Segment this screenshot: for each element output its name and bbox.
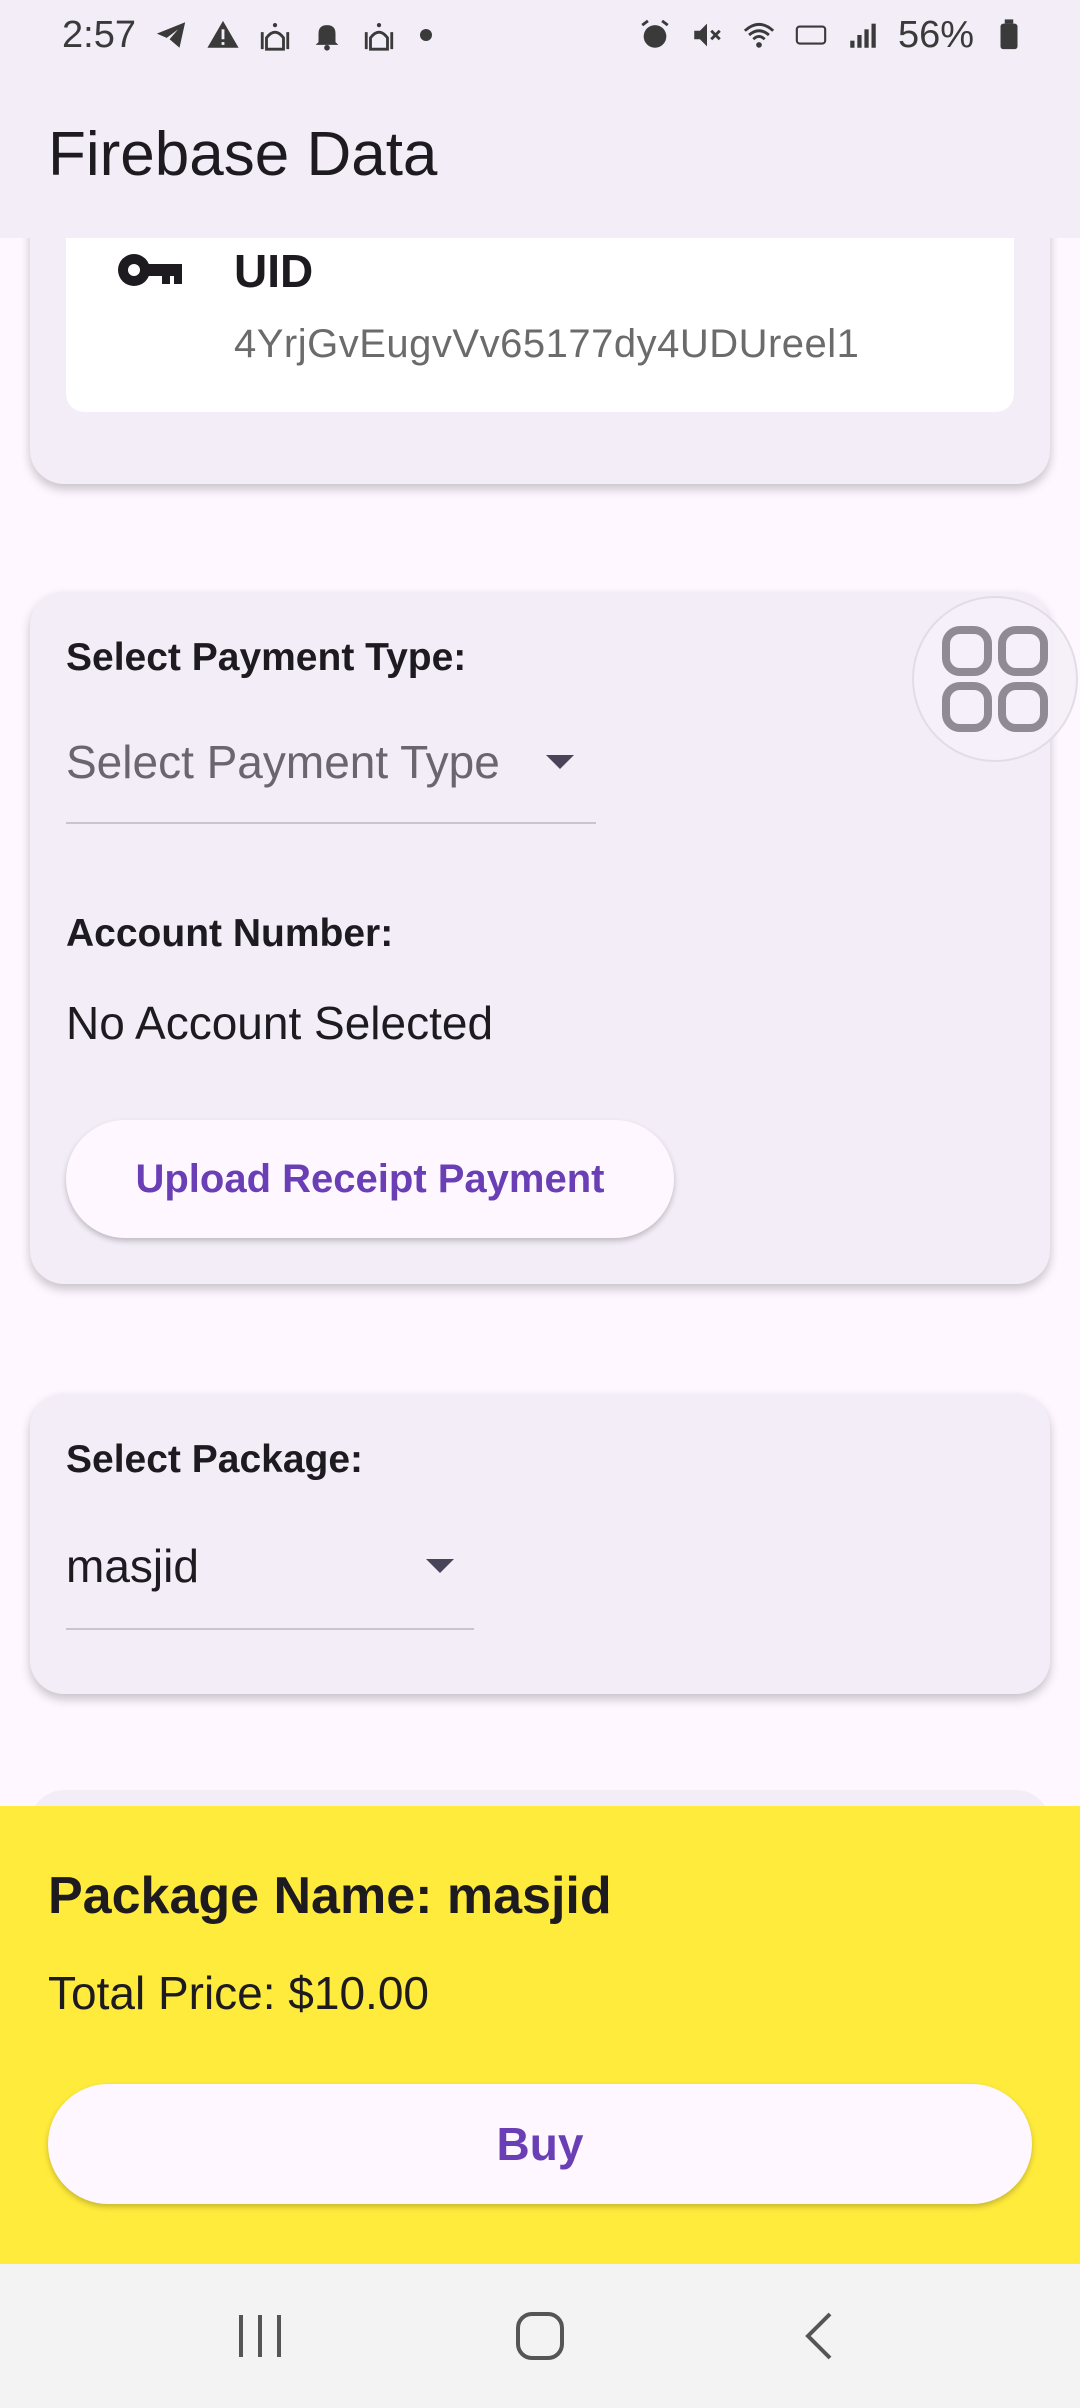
alarm-icon [638,18,672,52]
account-number-label: Account Number: [66,912,394,955]
payment-card: Select Payment Type: Select Payment Type… [30,592,1050,1284]
summary-total-price: Total Price: $10.00 [48,1967,430,2019]
system-nav-bar [0,2264,1080,2408]
upload-receipt-label: Upload Receipt Payment [135,1156,605,1201]
package-dropdown[interactable]: masjid [66,1504,474,1630]
status-bar: 2:57 56% [0,0,1080,70]
key-icon [118,254,182,286]
signal-icon [846,18,880,52]
status-right: 56% [638,14,1026,57]
home-icon [516,2312,564,2360]
recent-apps-button[interactable] [225,2301,295,2371]
dropdown-arrow-icon [546,755,574,769]
package-card: Select Package: masjid [30,1394,1050,1694]
mute-icon [690,18,724,52]
purchase-summary: Package Name: masjid Total Price: $10.00… [0,1806,1080,2264]
page-title: Firebase Data [48,119,438,189]
bell-icon [310,18,344,52]
floating-grid-button[interactable] [912,596,1078,762]
notification-dot-icon [419,29,432,41]
buy-button-label: Buy [496,2118,584,2170]
back-button[interactable] [785,2301,855,2371]
summary-package-name: Package Name: masjid [48,1867,612,1925]
battery-percent: 56% [897,13,974,56]
telegram-icon [154,18,188,52]
warning-icon [206,18,240,52]
recent-apps-icon [239,2315,281,2357]
status-left: 2:57 [62,14,432,57]
payment-type-placeholder: Select Payment Type [66,736,500,788]
payment-type-label: Select Payment Type: [66,636,467,679]
battery-icon [992,18,1026,52]
mosque-icon [362,18,396,52]
account-number-value: No Account Selected [66,997,494,1049]
upload-receipt-button[interactable]: Upload Receipt Payment [66,1120,674,1238]
mosque-icon [258,18,292,52]
uid-label: UID [234,245,314,297]
dropdown-arrow-icon [426,1559,454,1573]
package-selected-value: masjid [66,1540,199,1592]
wifi-icon [742,18,776,52]
payment-type-dropdown[interactable]: Select Payment Type [66,702,596,824]
grid-icon [942,626,1048,732]
volte-icon [794,18,828,52]
home-button[interactable] [505,2301,575,2371]
uid-value: 4YrjGvEugvVv65177dy4UDUreel1 [234,322,860,366]
status-time: 2:57 [62,13,136,56]
package-label: Select Package: [66,1438,364,1481]
app-bar: Firebase Data [0,70,1080,238]
buy-button[interactable]: Buy [48,2084,1032,2204]
back-icon [805,2312,832,2360]
